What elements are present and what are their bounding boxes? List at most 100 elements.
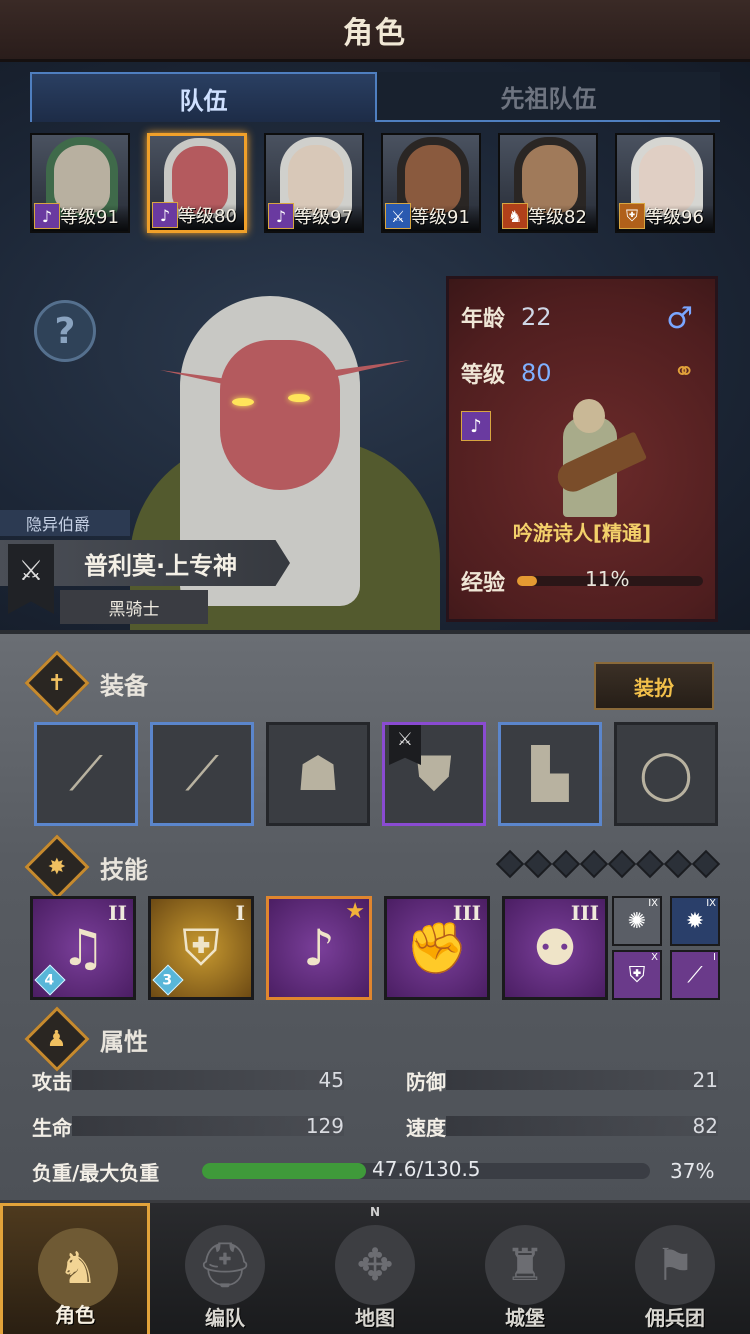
- equipment-slot[interactable]: ◯: [614, 722, 718, 826]
- team-tabs: 队伍 先祖队伍: [30, 72, 720, 122]
- nav-label: 编队: [205, 1306, 245, 1330]
- question-icon: ?: [54, 310, 76, 352]
- hp-stat: 生命 129: [32, 1112, 344, 1140]
- equipment-slot[interactable]: ▙: [498, 722, 602, 826]
- hero-card[interactable]: 等级91 ⚔: [381, 133, 481, 233]
- defense-stat: 防御 21: [406, 1066, 718, 1094]
- equipment-slot[interactable]: ⟋: [34, 722, 138, 826]
- hero-card[interactable]: 等级82 ♞: [498, 133, 598, 233]
- nav-item[interactable]: ⚑ 佣兵团: [600, 1203, 750, 1334]
- star-icon: ★: [345, 899, 365, 924]
- tab-ancestor-team[interactable]: 先祖队伍: [377, 72, 720, 122]
- lute-icon: ♪: [268, 203, 294, 229]
- nav-label: 城堡: [505, 1306, 545, 1330]
- skill-slot[interactable]: ✊ III: [384, 896, 490, 1000]
- passive-skill-slot[interactable]: ⟋ I: [670, 950, 720, 1000]
- ring-icon: ◯: [639, 746, 693, 802]
- nav-item[interactable]: ♜ 城堡: [450, 1203, 600, 1334]
- shatter-icon: ✹: [685, 908, 705, 934]
- passive-skill-slot[interactable]: ✺ IX: [612, 896, 662, 946]
- skill-slot-gem: [551, 849, 581, 879]
- top-header: 角色: [0, 0, 750, 62]
- passive-skill-slot[interactable]: ✹ IX: [670, 896, 720, 946]
- banner-icon: ⚑: [635, 1225, 715, 1305]
- hero-level-text: 等级91: [60, 207, 119, 228]
- age-value: 22: [521, 303, 552, 331]
- hero-card[interactable]: 等级97 ♪: [264, 133, 364, 233]
- equipment-slot[interactable]: ⛊ ⚔: [382, 722, 486, 826]
- hp-value: 129: [305, 1114, 344, 1138]
- passive-skill-list: ✺ IX ✹ IX ⛨ X ⟋ I: [612, 896, 720, 1000]
- nav-item[interactable]: ⛑ 编队: [150, 1203, 300, 1334]
- skill-level-text: 4: [44, 972, 55, 989]
- tab-team[interactable]: 队伍: [30, 72, 377, 122]
- speed-stat: 速度 82: [406, 1112, 718, 1140]
- skill-slot-gem: [495, 849, 525, 879]
- skill-rank: III: [570, 901, 599, 925]
- skill-rank: I: [235, 901, 245, 925]
- armor-icon: ⛊: [415, 745, 452, 802]
- class-name[interactable]: 吟游诗人[精通]: [449, 517, 715, 546]
- equipment-slot[interactable]: ☗: [266, 722, 370, 826]
- hero-roster: 等级91 ♪ 等级80 ♪ 等级97 ♪ 等级91 ⚔ 等级82 ♞ 等级96 ⛨: [30, 133, 720, 233]
- exp-fill: [517, 576, 538, 586]
- dress-up-button[interactable]: 装扮: [594, 662, 714, 710]
- hp-label: 生命: [32, 1115, 72, 1140]
- portrait-face: [220, 340, 340, 490]
- sword-icon: ⚔: [385, 203, 411, 229]
- nav-label: 角色: [55, 1303, 95, 1327]
- nav-label: 佣兵团: [645, 1306, 705, 1330]
- music-note-icon: ♫: [60, 919, 106, 977]
- rings-icon[interactable]: ⚭: [673, 357, 695, 387]
- lute-icon: ♪: [34, 203, 60, 229]
- info-panel: 年龄 22 ♂ 等级 80 ⚭ ♪ 吟游诗人[精通] 经验 11%: [446, 276, 718, 622]
- help-button[interactable]: ?: [34, 300, 96, 362]
- flag-icon: ⚔: [389, 725, 421, 765]
- load-label: 负重/最大负重: [32, 1160, 160, 1185]
- passive-skill-rank: X: [651, 952, 658, 963]
- male-icon: ♂: [666, 301, 693, 336]
- portrait-eye: [232, 398, 254, 406]
- crystal-note-icon: ♪: [303, 919, 335, 977]
- load-stat: 负重/最大负重 47.6/130.5 37%: [32, 1156, 722, 1186]
- lute-icon[interactable]: ♪: [461, 411, 491, 441]
- holy-shield-icon: ⛨: [182, 918, 220, 977]
- hero-card[interactable]: 等级80 ♪: [147, 133, 247, 233]
- skill-slot[interactable]: ♫ II 4: [30, 896, 136, 1000]
- attributes-header: ♟ 属性: [24, 1006, 720, 1072]
- passive-skill-rank: IX: [706, 898, 716, 909]
- load-fill: [202, 1163, 366, 1179]
- skill-slot[interactable]: ♪ ★: [266, 896, 372, 1000]
- hero-card[interactable]: 等级91 ♪: [30, 133, 130, 233]
- skill-rank: III: [452, 901, 481, 925]
- spear-icon: ⟋: [69, 745, 103, 802]
- bard-figure: [545, 399, 648, 519]
- skill-slot-gem: [607, 849, 637, 879]
- skill-slot-gems: [495, 849, 721, 879]
- hero-level-text: 等级82: [528, 207, 587, 228]
- skill-slot-gem: [523, 849, 553, 879]
- speed-label: 速度: [406, 1115, 446, 1140]
- shield-icon: ⛨: [619, 203, 645, 229]
- skill-slot[interactable]: ⛨ I 3: [148, 896, 254, 1000]
- nav-item[interactable]: ♞ 角色: [0, 1203, 150, 1334]
- shield-icon: ⛨: [628, 962, 646, 988]
- crystal-muscle-icon: ✊: [405, 918, 469, 977]
- level-row: 等级 80: [461, 357, 552, 389]
- star-icon: ✸: [24, 834, 90, 900]
- load-percent: 37%: [670, 1159, 715, 1183]
- staff-icon: ⟋: [687, 962, 703, 988]
- lute-icon: ♪: [152, 202, 178, 228]
- skill-list: ♫ II 4 ⛨ I 3 ♪ ★ ✊ III ⚉ III: [30, 896, 608, 1000]
- exp-label: 经验: [461, 571, 506, 596]
- knight-icon: ♞: [38, 1228, 118, 1308]
- equipment-slot[interactable]: ⟋: [150, 722, 254, 826]
- level-label: 等级: [461, 363, 506, 388]
- hero-level-text: 等级97: [294, 207, 353, 228]
- skill-slot[interactable]: ⚉ III: [502, 896, 608, 1000]
- passive-skill-slot[interactable]: ⛨ X: [612, 950, 662, 1000]
- helmet-icon: ⛑: [185, 1225, 265, 1305]
- hero-card[interactable]: 等级96 ⛨: [615, 133, 715, 233]
- skill-slot-gem: [691, 849, 721, 879]
- nav-item[interactable]: ✥ 地图 N: [300, 1203, 450, 1334]
